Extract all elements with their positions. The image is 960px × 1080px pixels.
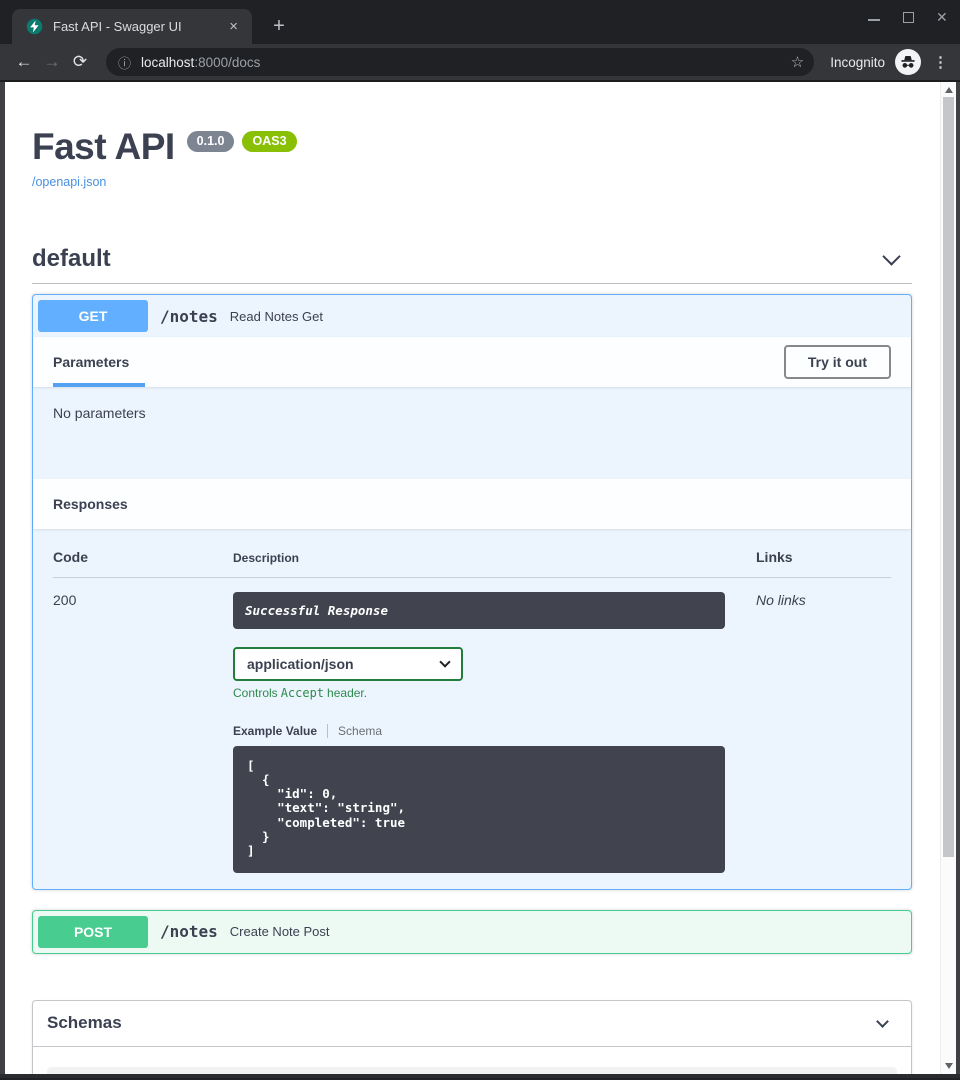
chevron-down-icon[interactable]: [882, 247, 900, 265]
responses-label: Responses: [53, 496, 128, 512]
post-notes-description: Create Note Post: [230, 924, 330, 939]
active-tab-underline: [53, 383, 145, 387]
back-button[interactable]: ←: [10, 52, 38, 72]
swagger-page: Fast API0.1.0OAS3 /openapi.json default …: [0, 82, 960, 1078]
url-bar[interactable]: ⓘ localhost:8000/docs ☆: [106, 48, 814, 76]
incognito-icon: [895, 49, 921, 75]
post-notes-summary[interactable]: POST /notes Create Note Post: [33, 911, 911, 953]
tab-schema[interactable]: Schema: [327, 724, 382, 738]
fastapi-favicon-icon: [26, 18, 43, 35]
tab-close-icon[interactable]: ×: [225, 18, 242, 35]
schemas-header[interactable]: Schemas: [33, 1001, 911, 1047]
responses-table: Code Description Links 200 Successful Re…: [33, 529, 911, 889]
swagger-content: Fast API0.1.0OAS3 /openapi.json default …: [0, 82, 960, 1078]
tab-title: Fast API - Swagger UI: [53, 19, 225, 34]
window-frame-left: [0, 82, 5, 1078]
site-info-icon[interactable]: ⓘ: [118, 53, 131, 72]
oas3-badge: OAS3: [242, 131, 296, 152]
window-maximize-button[interactable]: [902, 11, 914, 23]
code-column-header: Code: [53, 549, 233, 565]
parameters-header: Parameters Try it out: [33, 337, 911, 387]
scrollbar-thumb[interactable]: [943, 97, 954, 857]
response-description-cell: Successful Response application/json Con…: [233, 592, 725, 873]
get-method-badge: GET: [38, 300, 148, 332]
window-minimize-button[interactable]: [868, 11, 880, 23]
openapi-spec-link[interactable]: /openapi.json: [32, 175, 912, 189]
no-parameters-text: No parameters: [33, 387, 911, 479]
controls-prefix: Controls: [233, 686, 278, 700]
opblock-get-notes: GET /notes Read Notes Get Parameters Try…: [32, 294, 912, 890]
response-row-200: 200 Successful Response application/json…: [53, 578, 891, 873]
responses-header: Responses: [33, 479, 911, 529]
get-notes-description: Read Notes Get: [230, 309, 323, 324]
tag-title: default: [32, 245, 111, 273]
response-code: 200: [53, 592, 233, 608]
controls-accept-note: ControlsAcceptheader.: [233, 686, 725, 700]
description-column-header: Description: [233, 549, 725, 565]
tab-parameters: Parameters: [53, 337, 129, 387]
scrollbar-down-arrow[interactable]: [945, 1063, 953, 1069]
browser-tab[interactable]: Fast API - Swagger UI ×: [12, 9, 252, 44]
response-links: No links: [725, 592, 891, 608]
media-type-select-wrap: application/json: [233, 647, 463, 681]
window-controls: ✕: [868, 11, 948, 23]
tag-section-header[interactable]: default: [32, 245, 912, 273]
page-scrollbar[interactable]: [940, 82, 956, 1074]
new-tab-button[interactable]: +: [266, 13, 292, 39]
version-badge: 0.1.0: [187, 131, 235, 152]
incognito-label: Incognito: [830, 55, 885, 70]
window-frame-bottom: [0, 1074, 960, 1078]
browser-window: Fast API - Swagger UI × + ✕ ← → ⟳ ⓘ loca…: [0, 0, 960, 1080]
url-host: localhost: [141, 55, 194, 70]
responses-table-header: Code Description Links: [53, 549, 891, 578]
window-close-button[interactable]: ✕: [936, 11, 948, 23]
media-type-select[interactable]: application/json: [233, 647, 463, 681]
get-notes-summary[interactable]: GET /notes Read Notes Get: [33, 295, 911, 337]
scrollbar-up-arrow[interactable]: [945, 87, 953, 93]
tab-example-value[interactable]: Example Value: [233, 724, 317, 738]
controls-suffix: header.: [327, 686, 367, 700]
window-frame-right: [956, 82, 960, 1078]
get-notes-path: /notes: [160, 307, 218, 326]
schemas-title: Schemas: [47, 1013, 122, 1033]
tag-divider: [32, 283, 912, 284]
opblock-post-notes: POST /notes Create Note Post: [32, 910, 912, 954]
url-path: :8000/docs: [194, 55, 260, 70]
browser-menu-icon[interactable]: ⋮: [933, 53, 948, 71]
example-schema-tabs: Example Value Schema: [233, 724, 725, 738]
reload-button[interactable]: ⟳: [66, 52, 94, 72]
schemas-chevron-down-icon[interactable]: [876, 1015, 889, 1028]
post-notes-path: /notes: [160, 922, 218, 941]
url-text[interactable]: localhost:8000/docs: [141, 55, 260, 70]
forward-button[interactable]: →: [38, 52, 66, 72]
response-description: Successful Response: [233, 592, 725, 629]
api-info: Fast API 0.1.0 OAS3 /openapi.json: [32, 126, 912, 189]
links-column-header: Links: [725, 549, 891, 565]
controls-accept-code: Accept: [281, 686, 324, 700]
post-method-badge: POST: [38, 916, 148, 948]
try-it-out-button[interactable]: Try it out: [784, 345, 891, 379]
schemas-section: Schemas Note: [32, 1000, 912, 1078]
example-json-block: [ { "id": 0, "text": "string", "complete…: [233, 746, 725, 873]
page-title: Fast API: [32, 126, 175, 167]
tab-strip: Fast API - Swagger UI × + ✕: [0, 0, 960, 44]
bookmark-star-icon[interactable]: ☆: [791, 53, 804, 71]
parameters-label: Parameters: [53, 354, 129, 370]
browser-toolbar: ← → ⟳ ⓘ localhost:8000/docs ☆ Incognito …: [0, 44, 960, 82]
